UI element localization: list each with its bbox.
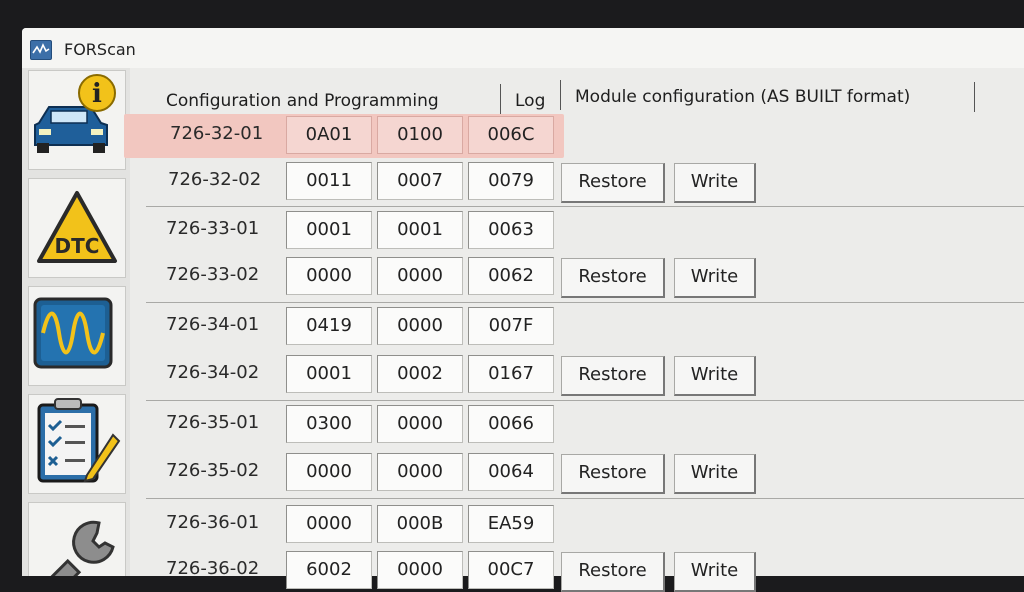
hex-value-field[interactable]: 0000 [286,505,372,543]
restore-button[interactable]: Restore [561,258,665,298]
restore-button[interactable]: Restore [561,163,665,203]
hex-value-field[interactable]: 000B [377,505,463,543]
group-separator [146,400,1024,401]
hex-value-field[interactable]: 0000 [286,453,372,491]
sidebar-item-vehicle-info[interactable]: i [28,70,126,170]
hex-value-field[interactable]: 00C7 [468,551,554,589]
hex-value-field[interactable]: 0167 [468,355,554,393]
hex-value-field[interactable]: EA59 [468,505,554,543]
hex-value-field[interactable]: 0000 [286,257,372,295]
tab-separator [974,82,975,112]
tab-configuration-and-programming[interactable]: Configuration and Programming [166,91,439,111]
forscan-app-icon [30,40,52,60]
sidebar-item-service[interactable] [28,502,126,576]
title-bar: FORScan [22,28,1024,68]
write-button[interactable]: Write [674,163,756,203]
hex-value-field[interactable]: 0064 [468,453,554,491]
sidebar: i DTC [22,68,130,576]
row-address-label: 726-33-01 [166,218,260,239]
row-address-label: 726-34-01 [166,314,260,335]
row-address-label: 726-34-02 [166,362,260,383]
hex-value-field[interactable]: 0300 [286,405,372,443]
hex-value-field[interactable]: 0000 [377,551,463,589]
row-address-label: 726-33-02 [166,264,260,285]
hex-value-field[interactable]: 0419 [286,307,372,345]
sidebar-item-checklist[interactable] [28,394,126,494]
info-glyph: i [92,79,102,109]
hex-value-field[interactable]: 0100 [377,116,463,154]
write-button[interactable]: Write [674,552,756,592]
write-button[interactable]: Write [674,356,756,396]
window-title: FORScan [64,40,136,59]
tab-separator [560,80,561,110]
row-address-label: 726-36-01 [166,512,260,533]
tab-log[interactable]: Log [515,91,545,111]
group-separator [146,206,1024,207]
tab-separator [500,84,501,114]
row-address-label: 726-32-01 [170,123,264,144]
hex-value-field[interactable]: 0001 [286,355,372,393]
restore-button[interactable]: Restore [561,454,665,494]
hex-value-field[interactable]: 0001 [286,211,372,249]
write-button[interactable]: Write [674,258,756,298]
hex-value-field[interactable]: 0062 [468,257,554,295]
checklist-icon [37,398,121,483]
hex-value-field[interactable]: 006C [468,116,554,154]
group-separator [146,302,1024,303]
hex-value-field[interactable]: 007F [468,307,554,345]
wrench-icon [28,520,115,576]
app-graph-glyph [32,43,50,54]
sidebar-item-dtc[interactable]: DTC [28,178,126,278]
hex-value-field[interactable]: 0011 [286,162,372,200]
restore-button[interactable]: Restore [561,552,665,592]
hex-value-field[interactable]: 0007 [377,162,463,200]
hex-value-field[interactable]: 0079 [468,162,554,200]
hex-value-field[interactable]: 0001 [377,211,463,249]
hex-value-field[interactable]: 0063 [468,211,554,249]
restore-button[interactable]: Restore [561,356,665,396]
hex-value-field[interactable]: 0000 [377,257,463,295]
hex-value-field[interactable]: 0000 [377,453,463,491]
dtc-warning-icon: DTC [37,191,117,263]
sidebar-item-oscilloscope[interactable] [28,286,126,386]
car-info-icon: i [34,74,116,153]
hex-value-field[interactable]: 6002 [286,551,372,589]
row-address-label: 726-32-02 [168,169,262,190]
row-address-label: 726-35-01 [166,412,260,433]
write-button[interactable]: Write [674,454,756,494]
oscilloscope-icon [33,297,113,369]
hex-value-field[interactable]: 0066 [468,405,554,443]
hex-value-field[interactable]: 0000 [377,307,463,345]
hex-value-field[interactable]: 0002 [377,355,463,393]
row-address-label: 726-35-02 [166,460,260,481]
hex-value-field[interactable]: 0A01 [286,116,372,154]
group-separator [146,498,1024,499]
tab-module-configuration[interactable]: Module configuration (AS BUILT format) [575,87,910,107]
hex-value-field[interactable]: 0000 [377,405,463,443]
dtc-glyph: DTC [55,234,100,258]
